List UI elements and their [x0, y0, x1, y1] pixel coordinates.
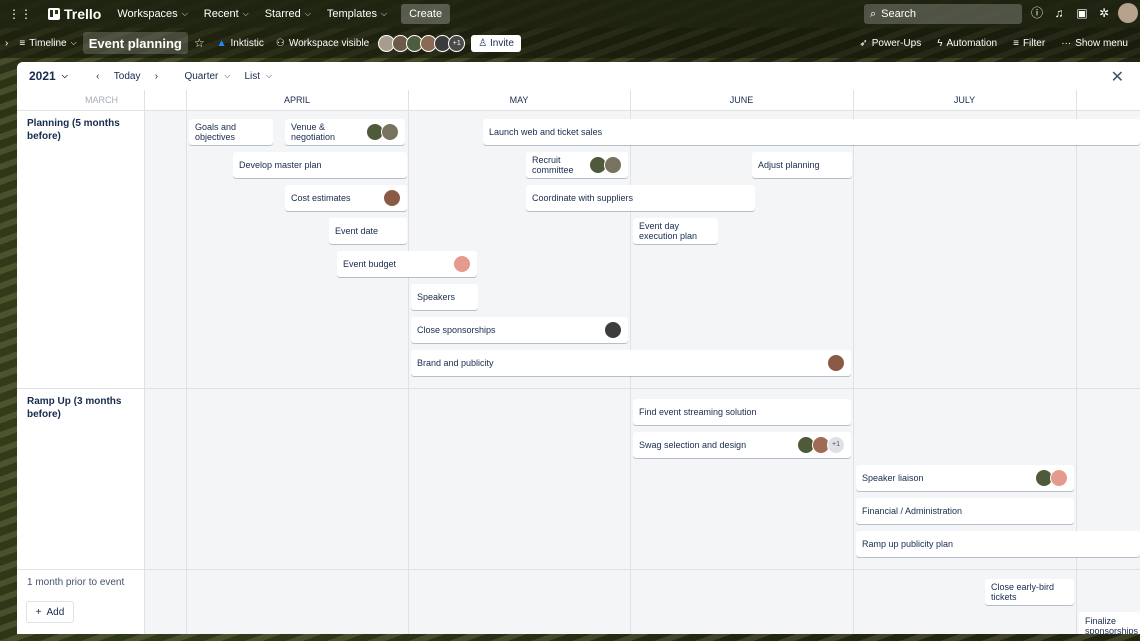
workspace-button[interactable]: ▲ Inktistic — [211, 32, 270, 54]
timeline-card[interactable]: Cost estimates — [285, 185, 407, 211]
month-label: MAY — [509, 95, 529, 105]
chevron-down-icon: ⌵ — [381, 9, 388, 18]
timeline-card[interactable]: Speaker liaison — [856, 465, 1074, 491]
chevron-down-icon: ⌵ — [242, 9, 249, 18]
visibility-button[interactable]: ⚇ Workspace visible — [270, 32, 375, 54]
starred-menu[interactable]: Starred ⌵ — [257, 0, 319, 28]
chevron-down-icon: ⌵ — [266, 71, 273, 80]
filter-icon: ≡ — [1013, 37, 1019, 49]
month-divider — [186, 90, 187, 634]
invite-button[interactable]: ♙ Invite — [471, 34, 521, 52]
more-members-badge: +1 — [827, 436, 845, 454]
close-icon[interactable]: ✕ — [1111, 67, 1124, 87]
today-button[interactable]: Today — [107, 66, 148, 86]
lane-label[interactable]: Planning (5 months before) — [17, 111, 145, 388]
avatar — [1050, 469, 1068, 487]
timeline-card[interactable]: Swag selection and design +1 — [633, 432, 851, 458]
add-button[interactable]: + Add — [26, 601, 74, 623]
avatar — [604, 321, 622, 339]
timeline-card[interactable]: Finalize sponsorships — [1079, 612, 1140, 634]
avatar[interactable]: +1 — [448, 34, 466, 52]
automation-button[interactable]: ϟ Automation — [931, 32, 1003, 54]
month-label: MARCH — [85, 95, 118, 105]
avatar — [381, 123, 399, 141]
chevron-down-icon: ⌵ — [224, 71, 231, 80]
top-nav: ⋮⋮ Trello Workspaces ⌵ Recent ⌵ Starred ⌵ T… — [0, 0, 1140, 28]
timeline-card[interactable]: Adjust planning — [752, 152, 852, 178]
chevron-down-icon: ⌵ — [304, 9, 311, 18]
timeline-card[interactable]: Event day execution plan — [633, 218, 718, 244]
timeline-card[interactable]: Launch web and ticket sales — [483, 119, 1140, 145]
board-header: › ≡ Timeline ⌵ Event planning ☆ ▲ Inktistic… — [0, 28, 1140, 58]
timeline-card[interactable]: Goals and objectives — [189, 119, 273, 145]
rocket-icon: ➶ — [859, 37, 868, 49]
avatar — [604, 156, 622, 174]
timeline-card[interactable]: Find event streaming solution — [633, 399, 851, 425]
avatar[interactable] — [1118, 3, 1138, 23]
search-icon: ⌕ — [870, 7, 877, 20]
range-selector[interactable]: Quarter ⌵ — [177, 66, 237, 86]
chevron-left-icon: ‹ — [96, 70, 100, 82]
lane-label[interactable]: Ramp Up (3 months before) — [17, 389, 145, 569]
month-divider — [853, 90, 854, 634]
chevron-right-icon: › — [154, 70, 159, 82]
timeline-card[interactable]: Event budget — [337, 251, 477, 277]
board-title[interactable]: Event planning — [82, 32, 188, 54]
workspaces-menu[interactable]: Workspaces ⌵ — [109, 0, 195, 28]
month-label: APRIL — [283, 95, 310, 105]
timeline-card[interactable]: Coordinate with suppliers — [526, 185, 755, 211]
power-ups-button[interactable]: ➶ Power-Ups — [853, 32, 927, 54]
year-selector[interactable]: 2021 ⌵ — [22, 66, 75, 86]
info-icon[interactable]: ⓘ — [1030, 6, 1044, 20]
expand-sidebar-icon[interactable]: › — [0, 32, 13, 54]
avatar — [383, 189, 401, 207]
member-avatars[interactable]: +1 — [378, 34, 466, 52]
plus-icon: + — [35, 606, 42, 618]
chevron-down-icon: ⌵ — [61, 71, 68, 80]
workspace-logo-icon: ▲ — [216, 37, 227, 49]
search-input[interactable]: ⌕ Search — [864, 4, 1022, 24]
avatar — [453, 255, 471, 273]
month-divider — [408, 90, 409, 634]
templates-menu[interactable]: Templates ⌵ — [319, 0, 395, 28]
atlassian-icon[interactable]: ▣ — [1075, 6, 1089, 20]
people-icon: ⚇ — [275, 37, 285, 49]
prev-button[interactable]: ‹ — [89, 67, 107, 85]
timeline-icon: ≡ — [19, 37, 26, 49]
timeline-card[interactable]: Ramp up publicity plan — [856, 531, 1140, 557]
timeline-card[interactable]: Close sponsorships — [411, 317, 628, 343]
avatar — [827, 354, 845, 372]
timeline-card[interactable]: Venue & negotiation — [285, 119, 405, 145]
create-button[interactable]: Create — [401, 4, 451, 24]
timeline-card[interactable]: Recruit committee — [526, 152, 628, 178]
show-menu-button[interactable]: ··· Show menu — [1055, 32, 1134, 54]
trello-logo-icon — [48, 8, 60, 20]
star-icon[interactable]: ☆ — [188, 32, 211, 54]
timeline-card[interactable]: Brand and publicity — [411, 350, 851, 376]
recent-menu[interactable]: Recent ⌵ — [196, 0, 257, 28]
timeline-card[interactable]: Speakers — [411, 284, 478, 310]
chevron-down-icon: ⌵ — [181, 9, 188, 18]
view-switcher[interactable]: ≡ Timeline ⌵ — [13, 32, 82, 54]
filter-button[interactable]: ≡ Filter — [1007, 32, 1051, 54]
timeline-card[interactable]: Close early-bird tickets — [985, 579, 1074, 605]
lightning-icon: ϟ — [937, 37, 943, 49]
gear-icon[interactable]: ✲ — [1097, 6, 1111, 20]
add-user-icon: ♙ — [478, 37, 490, 49]
timeline-panel: 2021 ⌵ ‹ Today › Quarter ⌵ List ⌵ ✕ MARCH A… — [17, 62, 1140, 634]
month-label: JULY — [953, 95, 976, 105]
more-icon: ··· — [1061, 37, 1072, 49]
chevron-down-icon: ⌵ — [70, 38, 77, 47]
month-label: JUNE — [729, 95, 754, 105]
lane-divider — [144, 90, 145, 634]
apps-grid-icon[interactable]: ⋮⋮ — [0, 0, 40, 28]
next-button[interactable]: › — [147, 67, 165, 85]
timeline-toolbar: 2021 ⌵ ‹ Today › Quarter ⌵ List ⌵ ✕ — [17, 62, 1140, 90]
timeline-card[interactable]: Financial / Administration — [856, 498, 1074, 524]
group-selector[interactable]: List ⌵ — [237, 66, 279, 86]
bell-icon[interactable]: ♫ — [1052, 6, 1066, 20]
trello-logo[interactable]: Trello — [40, 0, 109, 28]
timeline-card[interactable]: Event date — [329, 218, 407, 244]
timeline-card[interactable]: Develop master plan — [233, 152, 407, 178]
